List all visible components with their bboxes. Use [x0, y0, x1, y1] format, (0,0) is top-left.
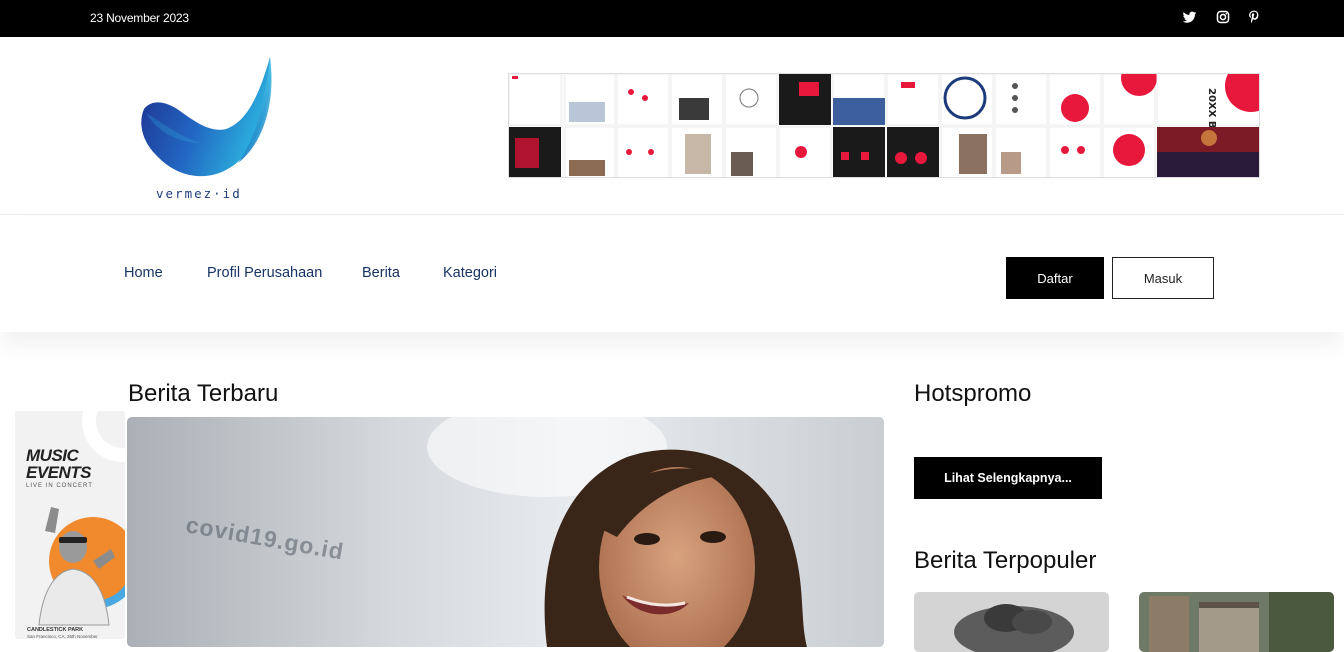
latest-news-heading: Berita Terbaru: [128, 380, 279, 407]
nav-profil-perusahaan[interactable]: Profil Perusahaan: [207, 265, 322, 281]
latest-news-hero-image[interactable]: covid19.go.id: [127, 417, 884, 647]
nav-home[interactable]: Home: [124, 265, 163, 281]
side-ad-tagline: LIVE IN CONCERT: [26, 483, 93, 489]
popular-news-card[interactable]: [1139, 592, 1334, 652]
popular-news-heading: Berita Terpopuler: [914, 547, 1097, 574]
side-ad-venue: CANDLESTICK PARK: [27, 627, 84, 633]
vermez-logo[interactable]: [138, 51, 278, 201]
site-header: vermez·id: [0, 37, 1344, 215]
twitter-icon[interactable]: [1182, 10, 1198, 26]
side-ad-music-events[interactable]: MUSIC EVENTS LIVE IN CONCERT CANDLESTICK…: [15, 411, 125, 639]
side-ad-title-1: MUSIC: [26, 446, 79, 465]
hotspromo-heading: Hotspromo: [914, 380, 1032, 407]
instagram-icon[interactable]: [1216, 10, 1232, 26]
side-ad-location: San Francisco, CA, 26th November: [27, 634, 98, 639]
pinterest-icon[interactable]: [1248, 10, 1264, 26]
logo-wordmark: vermez·id: [156, 186, 242, 201]
popular-news-card[interactable]: [914, 592, 1109, 652]
header-ad-banner[interactable]: 20XX BUSINESS PLAN: [508, 73, 1260, 178]
current-date: 23 November 2023: [90, 11, 189, 25]
register-button[interactable]: Daftar: [1006, 257, 1104, 299]
side-ad-title-2: EVENTS: [26, 463, 92, 482]
main-navbar: Home Profil Perusahaan Berita Kategori D…: [0, 216, 1344, 332]
login-button[interactable]: Masuk: [1112, 257, 1214, 299]
top-bar: 23 November 2023: [0, 0, 1344, 37]
see-more-button[interactable]: Lihat Selengkapnya...: [914, 457, 1102, 499]
nav-kategori[interactable]: Kategori: [443, 265, 497, 281]
nav-berita[interactable]: Berita: [362, 265, 400, 281]
